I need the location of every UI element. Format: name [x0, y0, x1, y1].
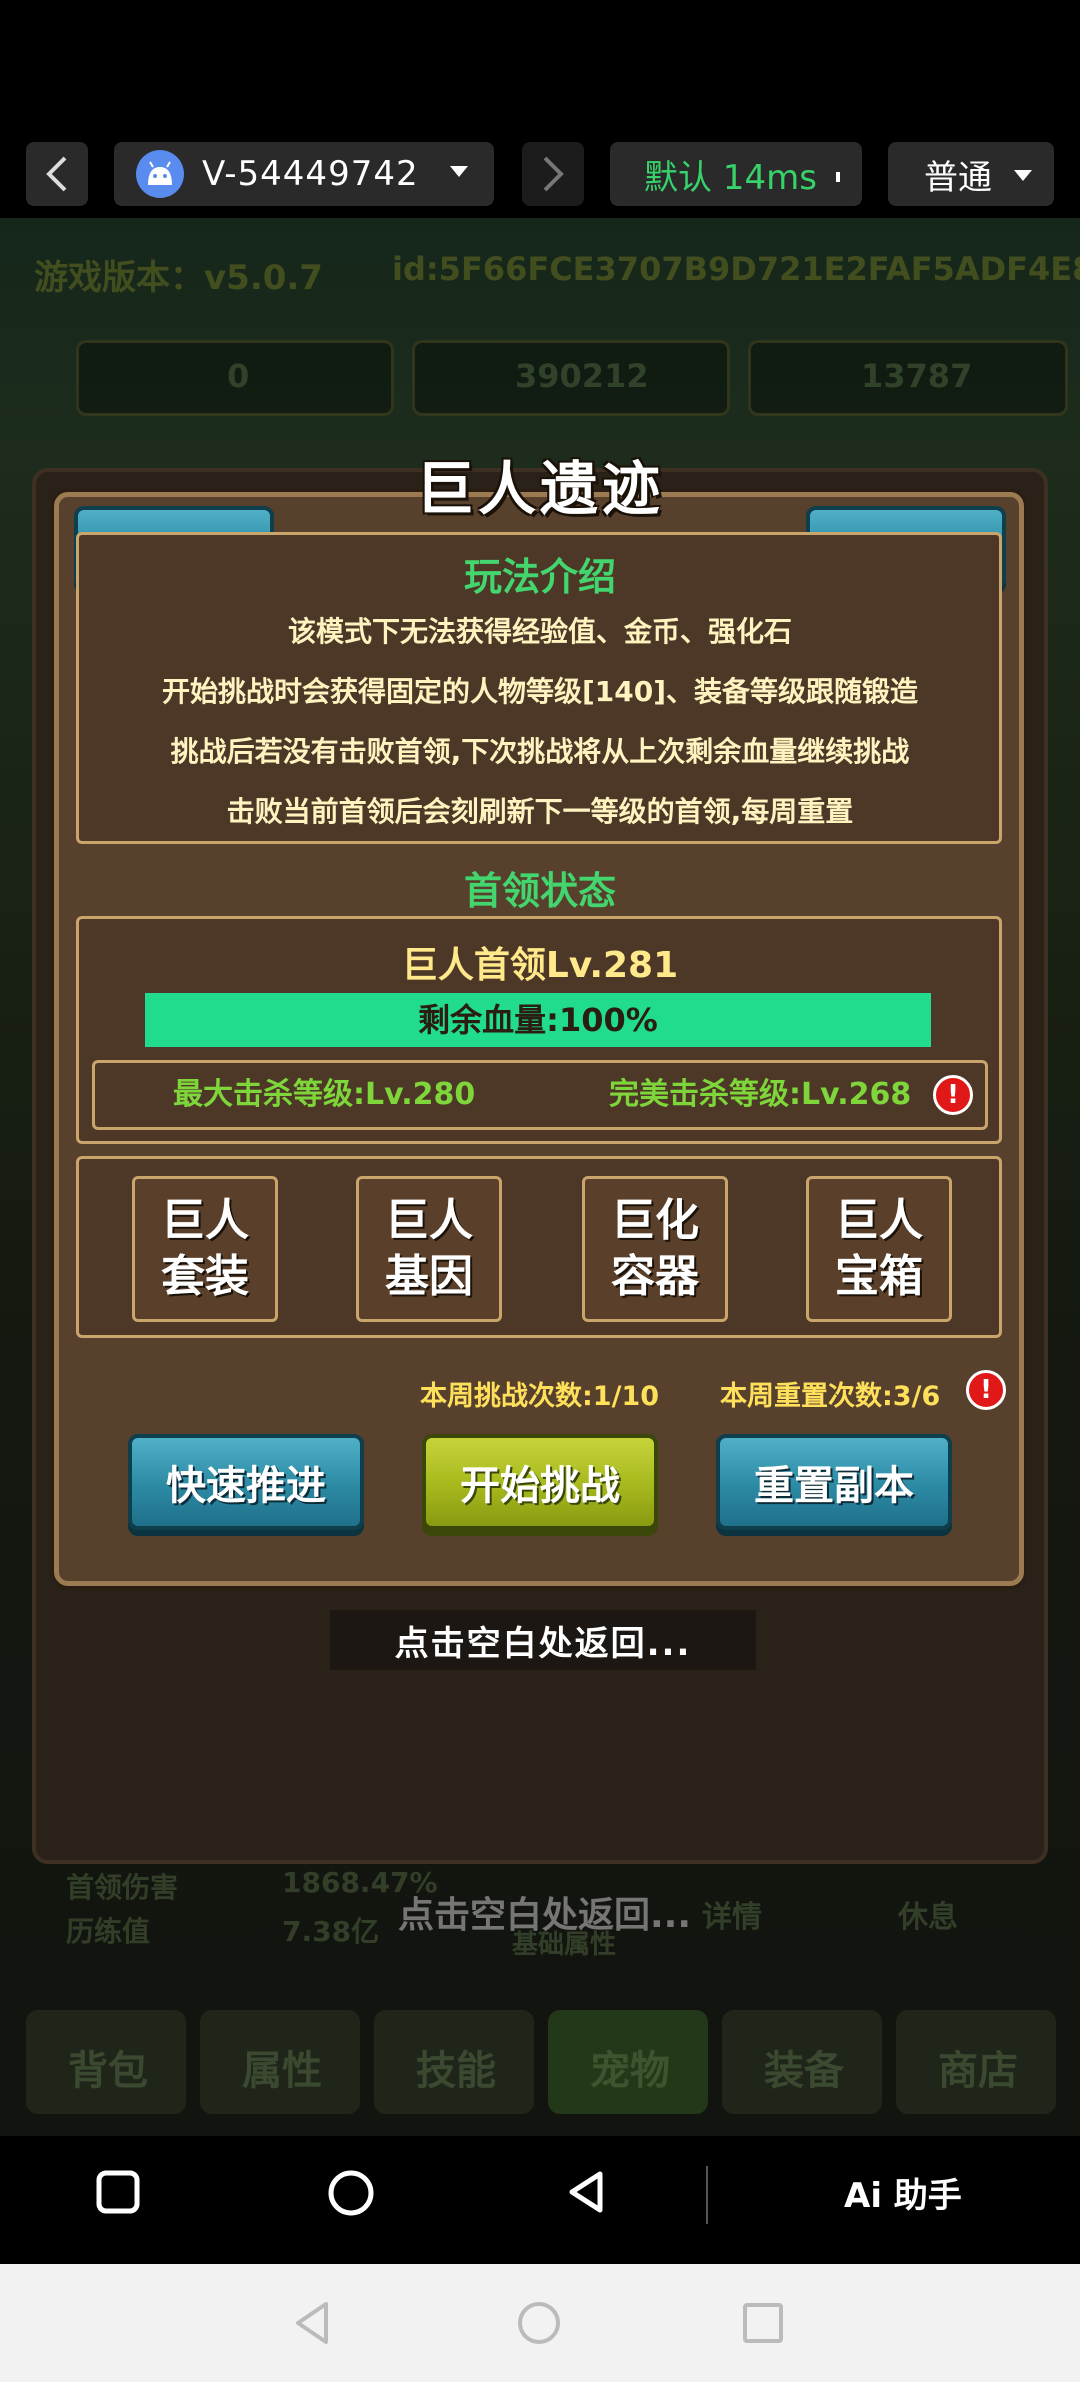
- tab-attributes[interactable]: 属性: [200, 2010, 360, 2114]
- quality-selector[interactable]: 普通: [888, 142, 1054, 206]
- giant-gene-button[interactable]: 巨人 基因: [356, 1176, 502, 1322]
- system-back-icon[interactable]: [292, 2300, 332, 2346]
- home-icon[interactable]: [326, 2168, 376, 2218]
- giant-container-button[interactable]: 巨化 容器: [582, 1176, 728, 1322]
- signal-icon: [836, 172, 840, 182]
- stat-label-experience: 历练值: [66, 1915, 151, 1948]
- resource-stone: 13787: [748, 340, 1068, 416]
- bottom-tab-bar: 背包 属性 技能 宠物 装备 商店: [26, 2010, 1056, 2114]
- reset-info-icon[interactable]: !: [966, 1370, 1006, 1410]
- tab-bag[interactable]: 背包: [26, 2010, 186, 2114]
- recent-apps-icon[interactable]: [94, 2168, 142, 2216]
- perfect-kill-level: 完美击杀等级:Lv.268: [609, 1077, 912, 1112]
- intro-line: 挑战后若没有击败首领,下次挑战将从上次剩余血量继续挑战: [170, 735, 910, 768]
- device-selector[interactable]: V-54449742: [114, 142, 494, 206]
- ai-assistant-button[interactable]: Ai 助手: [844, 2168, 962, 2217]
- perfect-kill-info-icon[interactable]: !: [933, 1075, 973, 1115]
- latency-label: 默认 14ms: [644, 157, 817, 198]
- kill-level-row: 最大击杀等级:Lv.280 完美击杀等级:Lv.268 !: [92, 1060, 988, 1130]
- boss-name: 巨人首领Lv.281: [401, 945, 679, 986]
- intro-line: 击败当前首领后会刻刷新下一等级的首领,每周重置: [226, 795, 854, 828]
- max-kill-level: 最大击杀等级:Lv.280: [173, 1077, 476, 1112]
- nav-divider: [706, 2166, 708, 2224]
- cloud-phone-toolbar: V-54449742 默认 14ms 普通: [0, 0, 1080, 218]
- stat-value-experience: 7.38亿: [282, 1915, 380, 1948]
- boss-hp-text: 剩余血量:100%: [418, 1001, 658, 1039]
- detail-button: 详情: [702, 1900, 762, 1935]
- chevron-right-icon: [543, 156, 564, 192]
- chevron-left-icon: [46, 156, 67, 192]
- game-id-text: id:5F66FCE3707B9D721E2FAF5ADF4E80BF: [392, 250, 1080, 288]
- resource-crystal: 390212: [412, 340, 730, 416]
- rest-button: 休息: [898, 1900, 958, 1935]
- system-navigation-bar: [0, 2264, 1080, 2382]
- system-home-icon[interactable]: [516, 2300, 562, 2346]
- reset-dungeon-button[interactable]: 重置副本: [716, 1434, 952, 1530]
- start-challenge-button[interactable]: 开始挑战: [422, 1434, 658, 1530]
- giant-chest-button[interactable]: 巨人 宝箱: [806, 1176, 952, 1322]
- tab-pets[interactable]: 宠物: [548, 2010, 708, 2114]
- weekly-challenge-count: 本周挑战次数:1/10: [420, 1381, 660, 1412]
- line-latency-selector[interactable]: 默认 14ms: [610, 142, 862, 206]
- intro-line: 开始挑战时会获得固定的人物等级[140]、装备等级跟随锻造: [161, 675, 919, 708]
- quality-label: 普通: [924, 157, 992, 198]
- stat-label-boss-damage: 首领伤害: [66, 1871, 179, 1904]
- device-name: V-54449742: [202, 154, 419, 194]
- weekly-reset-count: 本周重置次数:3/6: [720, 1381, 941, 1412]
- back-nav-icon[interactable]: [562, 2168, 610, 2216]
- dropdown-arrow-icon: [450, 166, 468, 177]
- tab-shop[interactable]: 商店: [896, 2010, 1056, 2114]
- android-icon: [136, 150, 184, 198]
- back-button[interactable]: [26, 142, 88, 206]
- status-title: 首领状态: [463, 869, 616, 913]
- return-hint-behind: 点击空白处返回...: [398, 1895, 692, 1936]
- tap-to-return-hint[interactable]: 点击空白处返回...: [330, 1610, 756, 1670]
- system-recent-icon[interactable]: [742, 2302, 784, 2344]
- intro-line: 该模式下无法获得经验值、金币、强化石: [287, 615, 792, 648]
- dropdown-arrow-icon: [1014, 170, 1032, 181]
- boss-hp-bar: 剩余血量:100%: [145, 993, 931, 1047]
- intro-title: 玩法介绍: [463, 555, 616, 599]
- quick-advance-button[interactable]: 快速推进: [128, 1434, 364, 1530]
- resource-gold: 0: [76, 340, 394, 416]
- forward-button[interactable]: [522, 142, 584, 206]
- giant-suit-button[interactable]: 巨人 套装: [132, 1176, 278, 1322]
- tab-equipment[interactable]: 装备: [722, 2010, 882, 2114]
- game-version-text: 游戏版本：v5.0.7: [34, 258, 323, 298]
- tab-skills[interactable]: 技能: [374, 2010, 534, 2114]
